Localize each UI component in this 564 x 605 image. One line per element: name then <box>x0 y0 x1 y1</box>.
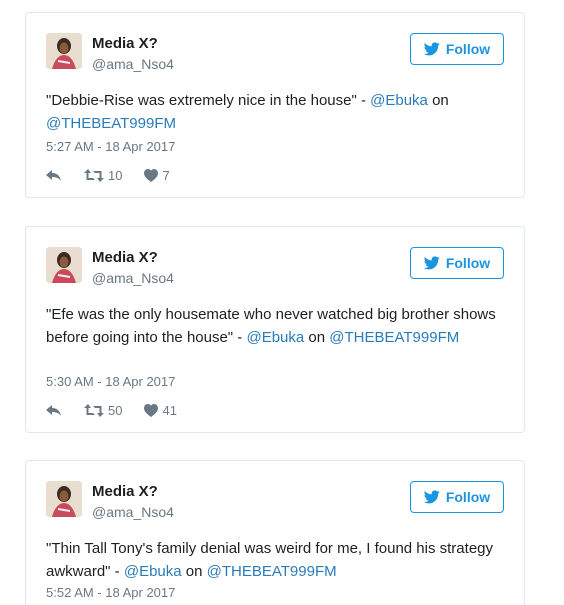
tweet-text: "Efe was the only housemate who never wa… <box>46 303 496 349</box>
reply-button[interactable] <box>46 404 62 417</box>
tweet-actions: 50 41 <box>46 403 199 418</box>
mention-link[interactable]: @THEBEAT999FM <box>207 563 337 580</box>
tweet-text-joiner: on <box>304 329 330 346</box>
twitter-bird-icon <box>423 256 440 270</box>
twitter-bird-icon <box>423 42 440 56</box>
like-button[interactable]: 7 <box>144 168 170 183</box>
tweet-actions: 10 7 <box>46 168 192 183</box>
follow-button[interactable]: Follow <box>410 481 504 513</box>
mention-link[interactable]: @Ebuka <box>246 329 304 346</box>
reply-button[interactable] <box>46 169 62 182</box>
mention-link[interactable]: @Ebuka <box>370 92 428 109</box>
retweet-icon <box>84 169 104 182</box>
reply-icon <box>46 404 61 416</box>
tweet-card: Media X? @ama_Nso4 Follow "Debbie-Rise w… <box>25 12 525 198</box>
tweet-text-joiner: on <box>181 563 207 580</box>
follow-label: Follow <box>445 41 491 57</box>
author-handle[interactable]: @ama_Nso4 <box>92 56 174 72</box>
retweet-count: 10 <box>108 168 123 183</box>
tweet-text: "Thin Tall Tony's family denial was weir… <box>46 537 496 583</box>
follow-button[interactable]: Follow <box>410 247 504 279</box>
follow-label: Follow <box>445 255 491 271</box>
like-button[interactable]: 41 <box>144 403 177 418</box>
tweet-card: Media X? @ama_Nso4 Follow "Thin Tall Ton… <box>25 460 525 605</box>
tweet-card: Media X? @ama_Nso4 Follow "Efe was the o… <box>25 226 525 433</box>
tweet-timestamp[interactable]: 5:30 AM - 18 Apr 2017 <box>46 374 175 389</box>
tweet-timestamp[interactable]: 5:52 AM - 18 Apr 2017 <box>46 585 175 600</box>
reply-icon <box>46 169 61 181</box>
avatar[interactable] <box>46 481 82 517</box>
retweet-icon <box>84 404 104 417</box>
mention-link[interactable]: @THEBEAT999FM <box>329 329 459 346</box>
heart-icon <box>144 404 159 417</box>
avatar[interactable] <box>46 33 82 69</box>
mention-link[interactable]: @THEBEAT999FM <box>46 115 176 132</box>
tweet-text-joiner: on <box>427 92 449 109</box>
author-handle[interactable]: @ama_Nso4 <box>92 504 174 520</box>
author-handle[interactable]: @ama_Nso4 <box>92 270 174 286</box>
avatar[interactable] <box>46 247 82 283</box>
like-count: 41 <box>162 403 177 418</box>
tweet-timestamp[interactable]: 5:27 AM - 18 Apr 2017 <box>46 139 175 154</box>
heart-icon <box>144 169 159 182</box>
retweet-count: 50 <box>108 403 123 418</box>
author-name[interactable]: Media X? <box>92 249 158 266</box>
like-count: 7 <box>162 168 170 183</box>
follow-label: Follow <box>445 489 491 505</box>
author-name[interactable]: Media X? <box>92 483 158 500</box>
retweet-button[interactable]: 10 <box>84 168 122 183</box>
mention-link[interactable]: @Ebuka <box>124 563 182 580</box>
twitter-bird-icon <box>423 490 440 504</box>
retweet-button[interactable]: 50 <box>84 403 122 418</box>
author-name[interactable]: Media X? <box>92 35 158 52</box>
tweet-text: "Debbie-Rise was extremely nice in the h… <box>46 89 496 135</box>
follow-button[interactable]: Follow <box>410 33 504 65</box>
tweet-text-body: "Debbie-Rise was extremely nice in the h… <box>46 92 371 109</box>
